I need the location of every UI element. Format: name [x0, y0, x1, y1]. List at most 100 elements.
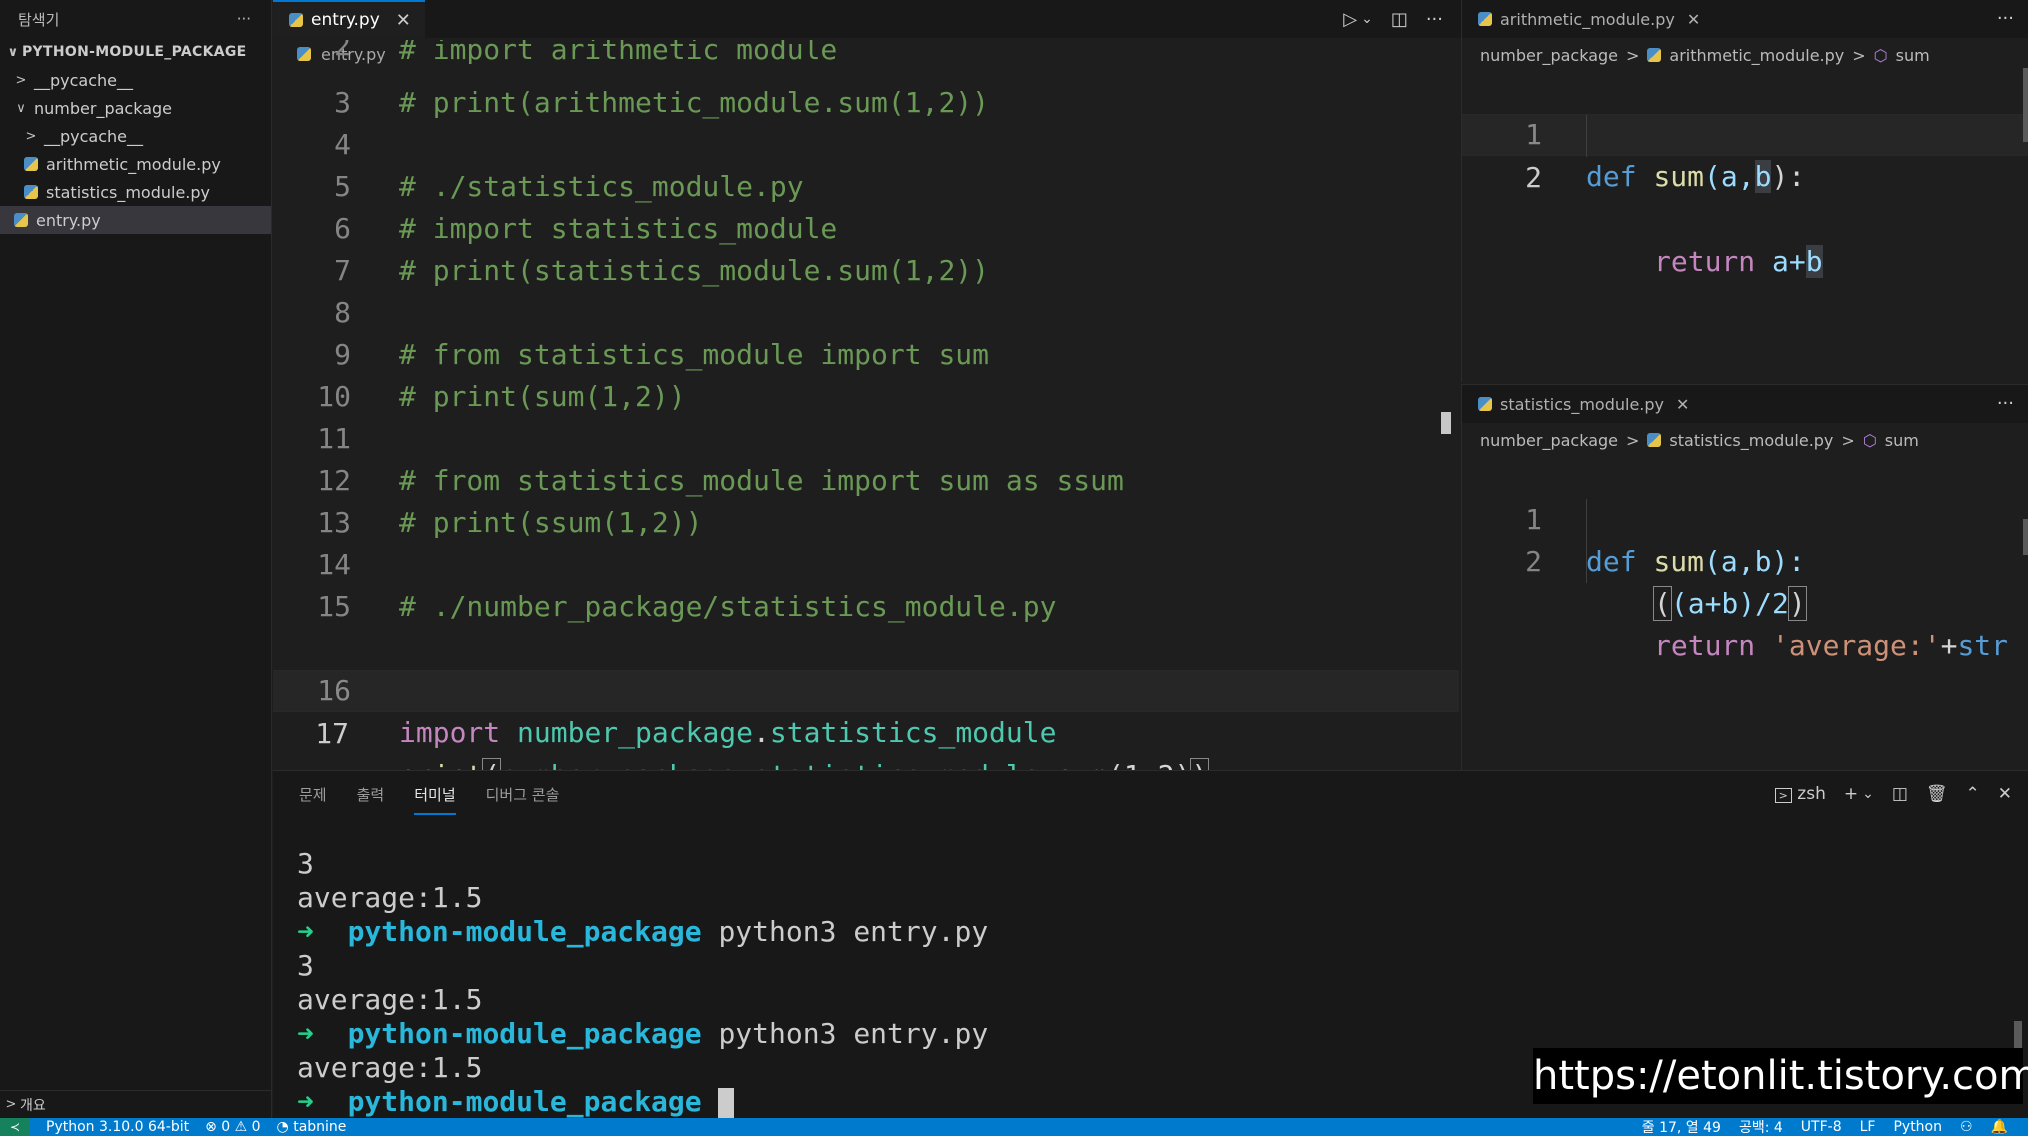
- language-mode[interactable]: Python: [1893, 1119, 1942, 1135]
- close-panel-icon[interactable]: ✕: [1998, 784, 2012, 804]
- tree-item-number-package[interactable]: ∨ number_package: [0, 94, 271, 122]
- tree-item-pycache-nested[interactable]: > __pycache__: [0, 122, 271, 150]
- tree-item-label: __pycache__: [44, 126, 144, 146]
- terminal-icon: >: [1774, 788, 1792, 803]
- tab-output[interactable]: 출력: [357, 784, 385, 805]
- feedback-icon[interactable]: ⚇: [1960, 1119, 1973, 1135]
- explorer-header: 탐색기 ···: [0, 0, 271, 38]
- explorer-more-button[interactable]: ···: [237, 10, 251, 28]
- maximize-panel-icon[interactable]: ⌃: [1966, 784, 1980, 804]
- scrollbar[interactable]: [2023, 68, 2028, 142]
- python-file-icon: [1647, 433, 1662, 447]
- breadcrumb-symbol[interactable]: sum: [1885, 431, 1919, 450]
- breadcrumb-folder[interactable]: number_package: [1480, 46, 1618, 65]
- tree-item-entry[interactable]: entry.py: [0, 206, 271, 234]
- breadcrumb-file[interactable]: arithmetic_module.py: [1669, 46, 1844, 65]
- code-line: 6 # import statistics_module: [334, 212, 838, 245]
- terminal-line: average:1.5: [297, 1051, 483, 1084]
- minimap-cursor-marker: [1441, 412, 1451, 434]
- terminal-output[interactable]: 3 average:1.5 ➜ python-module_package pyth…: [297, 847, 988, 1119]
- tree-item-label: number_package: [34, 98, 172, 118]
- end-of-line[interactable]: LF: [1860, 1119, 1876, 1135]
- code-line: 1 def sum(a,b):: [1525, 503, 1806, 578]
- outline-label: 개요: [20, 1097, 46, 1114]
- watermark: https://etonlit.tistory.com: [1533, 1048, 2028, 1104]
- status-right: 줄 17, 열 49 공백: 4 UTF-8 LF Python ⚇ 🔔: [1642, 1118, 2008, 1136]
- close-icon[interactable]: ✕: [396, 10, 411, 31]
- chevron-right-icon: >: [5, 1097, 17, 1112]
- more-actions-icon[interactable]: ···: [1997, 385, 2014, 423]
- remote-icon[interactable]: ≺: [0, 1118, 30, 1136]
- python-file-icon: [24, 157, 38, 171]
- terminal-shell-selector[interactable]: > zsh: [1774, 784, 1826, 804]
- code-line: 2 return a+b: [1462, 114, 2028, 278]
- chevron-down-icon[interactable]: ⌄: [1862, 786, 1874, 802]
- tab-statistics-module[interactable]: statistics_module.py ✕: [1462, 385, 1701, 423]
- tree-item-statistics-module[interactable]: statistics_module.py: [0, 178, 271, 206]
- panel-tabs: 문제 출력 터미널 디버그 콘솔: [273, 771, 2028, 817]
- terminal-prompt-line: ➜ python-module_package python3 entry.py: [297, 1017, 989, 1050]
- tree-item-pycache[interactable]: > __pycache__: [0, 66, 271, 94]
- panel-actions: > zsh + ⌄ ◫ 🗑 ⌃ ✕: [1774, 771, 2012, 817]
- chevron-right-icon: >: [25, 128, 37, 144]
- trash-icon[interactable]: 🗑: [1926, 784, 1948, 804]
- tab-entry-py[interactable]: entry.py ✕: [273, 0, 425, 38]
- tree-item-label: entry.py: [36, 210, 101, 230]
- chevron-right-icon: >: [1841, 430, 1855, 450]
- code-area[interactable]: 2 # import arithmetic_module 3 # print(ar…: [273, 40, 1461, 793]
- problems-indicator[interactable]: ⊗ 0 ⚠ 0: [205, 1119, 260, 1135]
- tabnine-status[interactable]: ◔ tabnine: [277, 1119, 347, 1135]
- side-tabbar: statistics_module.py ✕ ···: [1462, 385, 2028, 423]
- add-terminal-icon[interactable]: +: [1844, 784, 1858, 804]
- editor-actions: ▷ ⌄ ◫ ···: [1343, 0, 1443, 38]
- code-line: 3 # print(arithmetic_module.sum(1,2)): [334, 86, 990, 119]
- encoding[interactable]: UTF-8: [1801, 1119, 1842, 1135]
- tab-debug-console[interactable]: 디버그 콘솔: [486, 784, 560, 805]
- run-icon[interactable]: ▷: [1343, 9, 1357, 30]
- run-dropdown-icon[interactable]: ⌄: [1361, 11, 1373, 27]
- code-line-wrapped: ((a+b)/2): [1653, 586, 1807, 621]
- terminal-cursor: [718, 1088, 735, 1118]
- close-icon[interactable]: ✕: [1687, 10, 1700, 29]
- code-line: 2 return 'average:'+str: [1462, 499, 2028, 662]
- indentation[interactable]: 공백: 4: [1739, 1118, 1783, 1136]
- terminal-prompt-line: ➜ python-module_package python3 entry.py: [297, 915, 989, 948]
- split-terminal-icon[interactable]: ◫: [1892, 784, 1908, 804]
- chevron-right-icon: >: [15, 72, 27, 88]
- tab-arithmetic-module[interactable]: arithmetic_module.py ✕: [1462, 0, 1712, 38]
- code-line: 1 def sum(a,b):: [1525, 118, 1806, 193]
- python-file-icon: [1478, 397, 1492, 411]
- more-actions-icon[interactable]: ···: [1426, 9, 1443, 30]
- tab-terminal[interactable]: 터미널: [414, 774, 456, 815]
- outline-section[interactable]: > 개요: [0, 1090, 271, 1118]
- code-area[interactable]: 1 def sum(a,b): 2 return 'average:'+str …: [1462, 457, 2028, 662]
- explorer-title: 탐색기: [18, 10, 60, 29]
- split-editor-icon[interactable]: ◫: [1391, 9, 1408, 30]
- terminal-line: average:1.5: [297, 881, 483, 914]
- cursor-position[interactable]: 줄 17, 열 49: [1642, 1118, 1721, 1136]
- breadcrumb-file[interactable]: statistics_module.py: [1669, 431, 1833, 450]
- scrollbar[interactable]: [2023, 519, 2028, 555]
- breadcrumb-folder[interactable]: number_package: [1480, 431, 1618, 450]
- tab-label: arithmetic_module.py: [1500, 9, 1675, 29]
- bell-icon[interactable]: 🔔: [1991, 1119, 2008, 1135]
- python-file-icon: [289, 13, 303, 27]
- chevron-right-icon: >: [1852, 45, 1866, 65]
- tab-problems[interactable]: 문제: [299, 784, 327, 805]
- folder-root[interactable]: ∨ PYTHON-MODULE_PACKAGE: [0, 38, 271, 66]
- code-line: 9 # from statistics_module import sum: [334, 338, 990, 371]
- python-file-icon: [1647, 48, 1662, 62]
- code-line: 8: [334, 296, 351, 329]
- more-actions-icon[interactable]: ···: [1997, 0, 2014, 38]
- code-line: 10 # print(sum(1,2)): [317, 380, 686, 413]
- code-line: 11: [317, 422, 351, 455]
- right-editor-arithmetic: arithmetic_module.py ✕ ··· number_packag…: [1461, 0, 2028, 382]
- code-line: 15 # ./number_package/statistics_module.p…: [317, 590, 1057, 623]
- terminal-line: average:1.5: [297, 983, 483, 1016]
- python-interpreter[interactable]: Python 3.10.0 64-bit: [46, 1119, 189, 1135]
- tree-item-arithmetic-module[interactable]: arithmetic_module.py: [0, 150, 271, 178]
- close-icon[interactable]: ✕: [1676, 395, 1689, 414]
- breadcrumb-symbol[interactable]: sum: [1896, 46, 1930, 65]
- code-area[interactable]: 1 def sum(a,b): 2 return a+b: [1462, 72, 2028, 278]
- breadcrumb: number_package > arithmetic_module.py > …: [1462, 38, 2028, 72]
